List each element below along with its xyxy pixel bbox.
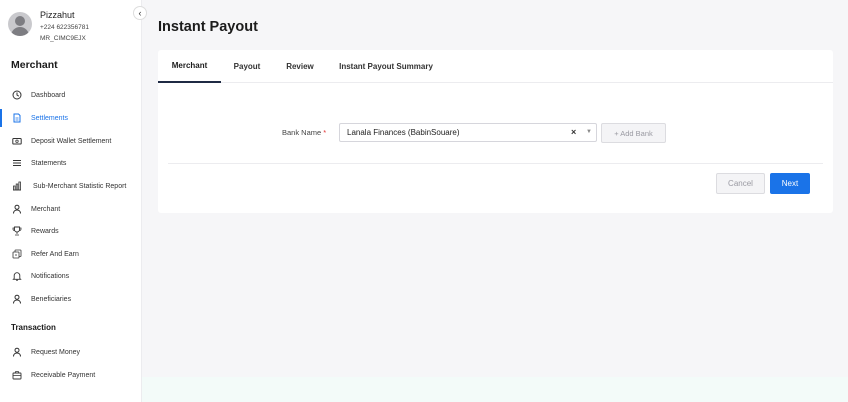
tab-payout[interactable]: Payout: [228, 50, 266, 83]
sidebar-item-notifications[interactable]: Notifications: [0, 266, 141, 286]
sidebar-item-merchant[interactable]: Merchant: [0, 199, 141, 219]
user-icon: [12, 294, 22, 304]
document-icon: [12, 113, 22, 123]
sidebar-item-label: Deposit Wallet Settlement: [31, 137, 112, 145]
briefcase-icon: [12, 370, 22, 380]
next-button[interactable]: Next: [770, 173, 810, 194]
profile-phone: +224 622356781: [40, 24, 89, 31]
bank-name-select[interactable]: Lanala Finances (BabinSouare) × ▼: [339, 123, 597, 142]
chevron-left-icon: ‹: [138, 8, 142, 18]
bank-name-value: Lanala Finances (BabinSouare): [347, 128, 460, 137]
sidebar-item-label: Request Money: [31, 348, 81, 356]
divider: [168, 163, 823, 164]
tab-instant-payout-summary[interactable]: Instant Payout Summary: [334, 50, 438, 83]
profile-merchant-id: MR_CIMC9EJX: [40, 35, 86, 42]
user-icon: [12, 204, 22, 214]
list-icon: [12, 158, 22, 168]
required-mark: *: [323, 128, 327, 137]
cancel-button[interactable]: Cancel: [716, 173, 765, 194]
sidebar-item-label: Statements: [31, 159, 67, 167]
sidebar-item-deposit-wallet-settlement[interactable]: Deposit Wallet Settlement: [0, 131, 141, 151]
sidebar-item-label: Sub-Merchant Statistic Report: [33, 182, 127, 190]
sidebar-item-label: Rewards: [31, 227, 59, 235]
sidebar-section-transaction: Transaction: [11, 323, 56, 332]
sidebar: Pizzahut +224 622356781 MR_CIMC9EJX Merc…: [0, 0, 142, 402]
bank-name-label: Bank Name *: [282, 128, 326, 137]
sidebar-item-label: Beneficiaries: [31, 295, 72, 303]
chevron-down-icon[interactable]: ▼: [586, 129, 592, 135]
wallet-icon: [12, 136, 22, 146]
sidebar-item-label: Notifications: [31, 272, 70, 280]
clear-icon[interactable]: ×: [571, 127, 576, 137]
sidebar-item-rewards[interactable]: Rewards: [0, 221, 141, 241]
money-icon: [12, 249, 22, 259]
sidebar-item-refer-and-earn[interactable]: Refer And Earn: [0, 244, 141, 264]
sidebar-item-label: Dashboard: [31, 91, 66, 99]
add-bank-button[interactable]: + Add Bank: [601, 123, 666, 143]
sidebar-item-dashboard[interactable]: Dashboard: [0, 85, 141, 105]
tab-merchant[interactable]: Merchant: [158, 50, 221, 83]
sidebar-item-label: Receivable Payment: [31, 371, 96, 379]
bank-name-label-text: Bank Name: [282, 128, 322, 137]
bell-icon: [12, 271, 22, 281]
tab-review[interactable]: Review: [281, 50, 319, 83]
trophy-icon: [12, 226, 22, 236]
sidebar-item-receivable-payment[interactable]: Receivable Payment: [0, 365, 141, 385]
sidebar-item-label: Merchant: [31, 205, 61, 213]
bar-chart-icon: [12, 181, 22, 191]
sidebar-item-sub-merchant-statistic-report[interactable]: Sub-Merchant Statistic Report: [0, 176, 141, 196]
instant-payout-card: Merchant Payout Review Instant Payout Su…: [158, 50, 833, 213]
footer-band: [142, 377, 848, 402]
clock-icon: [12, 90, 22, 100]
sidebar-collapse-button[interactable]: ‹: [133, 6, 147, 20]
sidebar-item-request-money[interactable]: Request Money: [0, 342, 141, 362]
sidebar-item-beneficiaries[interactable]: Beneficiaries: [0, 289, 141, 309]
sidebar-item-settlements[interactable]: Settlements: [0, 108, 141, 128]
profile-name: Pizzahut: [40, 10, 75, 20]
user-icon: [12, 347, 22, 357]
page-title: Instant Payout: [158, 19, 258, 35]
sidebar-item-label: Settlements: [31, 114, 68, 122]
sidebar-item-label: Refer And Earn: [31, 250, 79, 258]
avatar: [8, 12, 32, 36]
profile-block[interactable]: Pizzahut +224 622356781 MR_CIMC9EJX: [8, 8, 138, 48]
tab-bar: Merchant Payout Review Instant Payout Su…: [158, 50, 833, 83]
sidebar-item-statements[interactable]: Statements: [0, 153, 141, 173]
sidebar-section-merchant: Merchant: [11, 59, 58, 71]
